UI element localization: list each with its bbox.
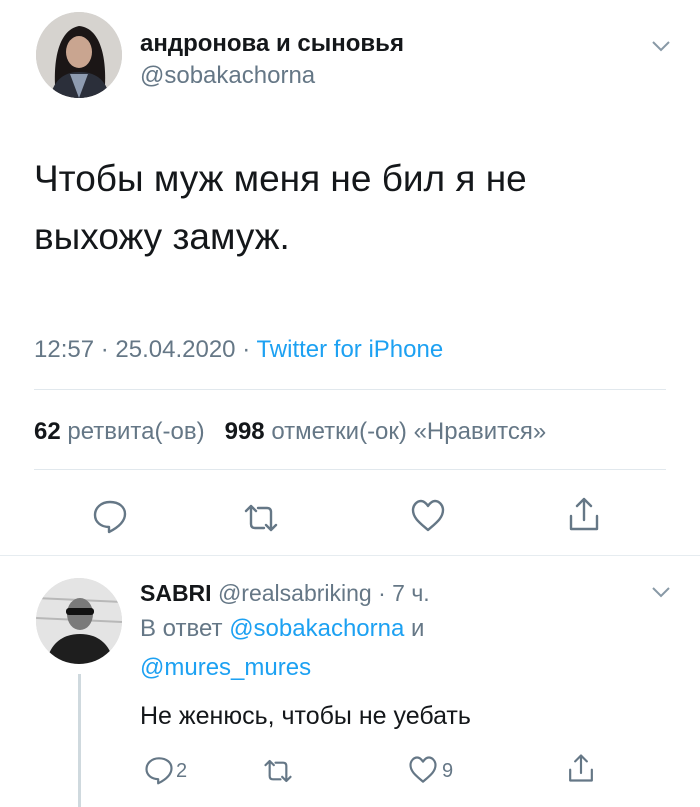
- author-name[interactable]: андронова и сыновья: [140, 30, 404, 58]
- tweet-separator: [0, 555, 700, 556]
- reply-header: SABRI @realsabriking · 7 ч.: [140, 580, 430, 607]
- chevron-down-icon[interactable]: [651, 40, 671, 52]
- heart-icon[interactable]: [410, 498, 446, 534]
- likes-label: отметки(-ок) «Нравится»: [271, 418, 547, 445]
- meta-separator: ·: [242, 336, 251, 363]
- like-count: 9: [442, 760, 454, 782]
- tweet-text-line: Чтобы муж меня не бил я не: [34, 158, 527, 199]
- likes-count: 998: [224, 418, 265, 445]
- tweet-meta: 12:57 · 25.04.2020 · Twitter for iPhone: [34, 336, 443, 364]
- likes-stat[interactable]: 998 отметки(-ок) «Нравится»: [225, 418, 547, 445]
- tweet-text: Чтобы муж меня не бил я не выхожу замуж.: [34, 150, 654, 266]
- chevron-down-icon[interactable]: [651, 586, 671, 598]
- author-handle[interactable]: @sobakachorna: [140, 62, 315, 90]
- reply-icon[interactable]: [144, 755, 174, 785]
- retweet-icon[interactable]: [262, 756, 294, 786]
- retweets-label: ретвита(-ов): [67, 418, 205, 445]
- reply-to-line: В ответ @sobakachorna и: [140, 615, 424, 643]
- author-avatar[interactable]: [36, 12, 122, 98]
- divider: [34, 389, 666, 390]
- reply-avatar[interactable]: [36, 578, 122, 664]
- tweet-stats: 62 ретвита(-ов) 998 отметки(-ок) «Нравит…: [34, 418, 546, 446]
- reply-time[interactable]: · 7 ч.: [378, 580, 430, 606]
- reply-to-line: @mures_mures: [140, 654, 311, 682]
- retweet-icon[interactable]: [243, 500, 279, 536]
- divider: [34, 469, 666, 470]
- reply-icon[interactable]: [92, 498, 128, 534]
- reply-count: 2: [176, 760, 188, 782]
- reply-to-user-link[interactable]: @mures_mures: [140, 654, 311, 681]
- reply-author-handle[interactable]: @realsabriking: [218, 580, 372, 606]
- share-icon[interactable]: [566, 496, 602, 532]
- reply-to-and: и: [411, 615, 425, 642]
- retweets-stat[interactable]: 62 ретвита(-ов): [34, 418, 205, 445]
- tweet-source[interactable]: Twitter for iPhone: [256, 336, 443, 363]
- reply-to-prefix: В ответ: [140, 615, 223, 642]
- thread-line: [78, 674, 81, 807]
- retweets-count: 62: [34, 418, 61, 445]
- share-icon[interactable]: [566, 752, 596, 784]
- reply-to-user-link[interactable]: @sobakachorna: [229, 615, 404, 642]
- heart-icon[interactable]: [408, 755, 438, 785]
- tweet-time[interactable]: 12:57: [34, 336, 94, 363]
- meta-separator: ·: [100, 336, 109, 363]
- tweet-date[interactable]: 25.04.2020: [115, 336, 235, 363]
- reply-text: Не женюсь, чтобы не уебать: [140, 702, 471, 730]
- reply-author-name[interactable]: SABRI: [140, 580, 212, 606]
- tweet-text-line: выхожу замуж.: [34, 216, 290, 257]
